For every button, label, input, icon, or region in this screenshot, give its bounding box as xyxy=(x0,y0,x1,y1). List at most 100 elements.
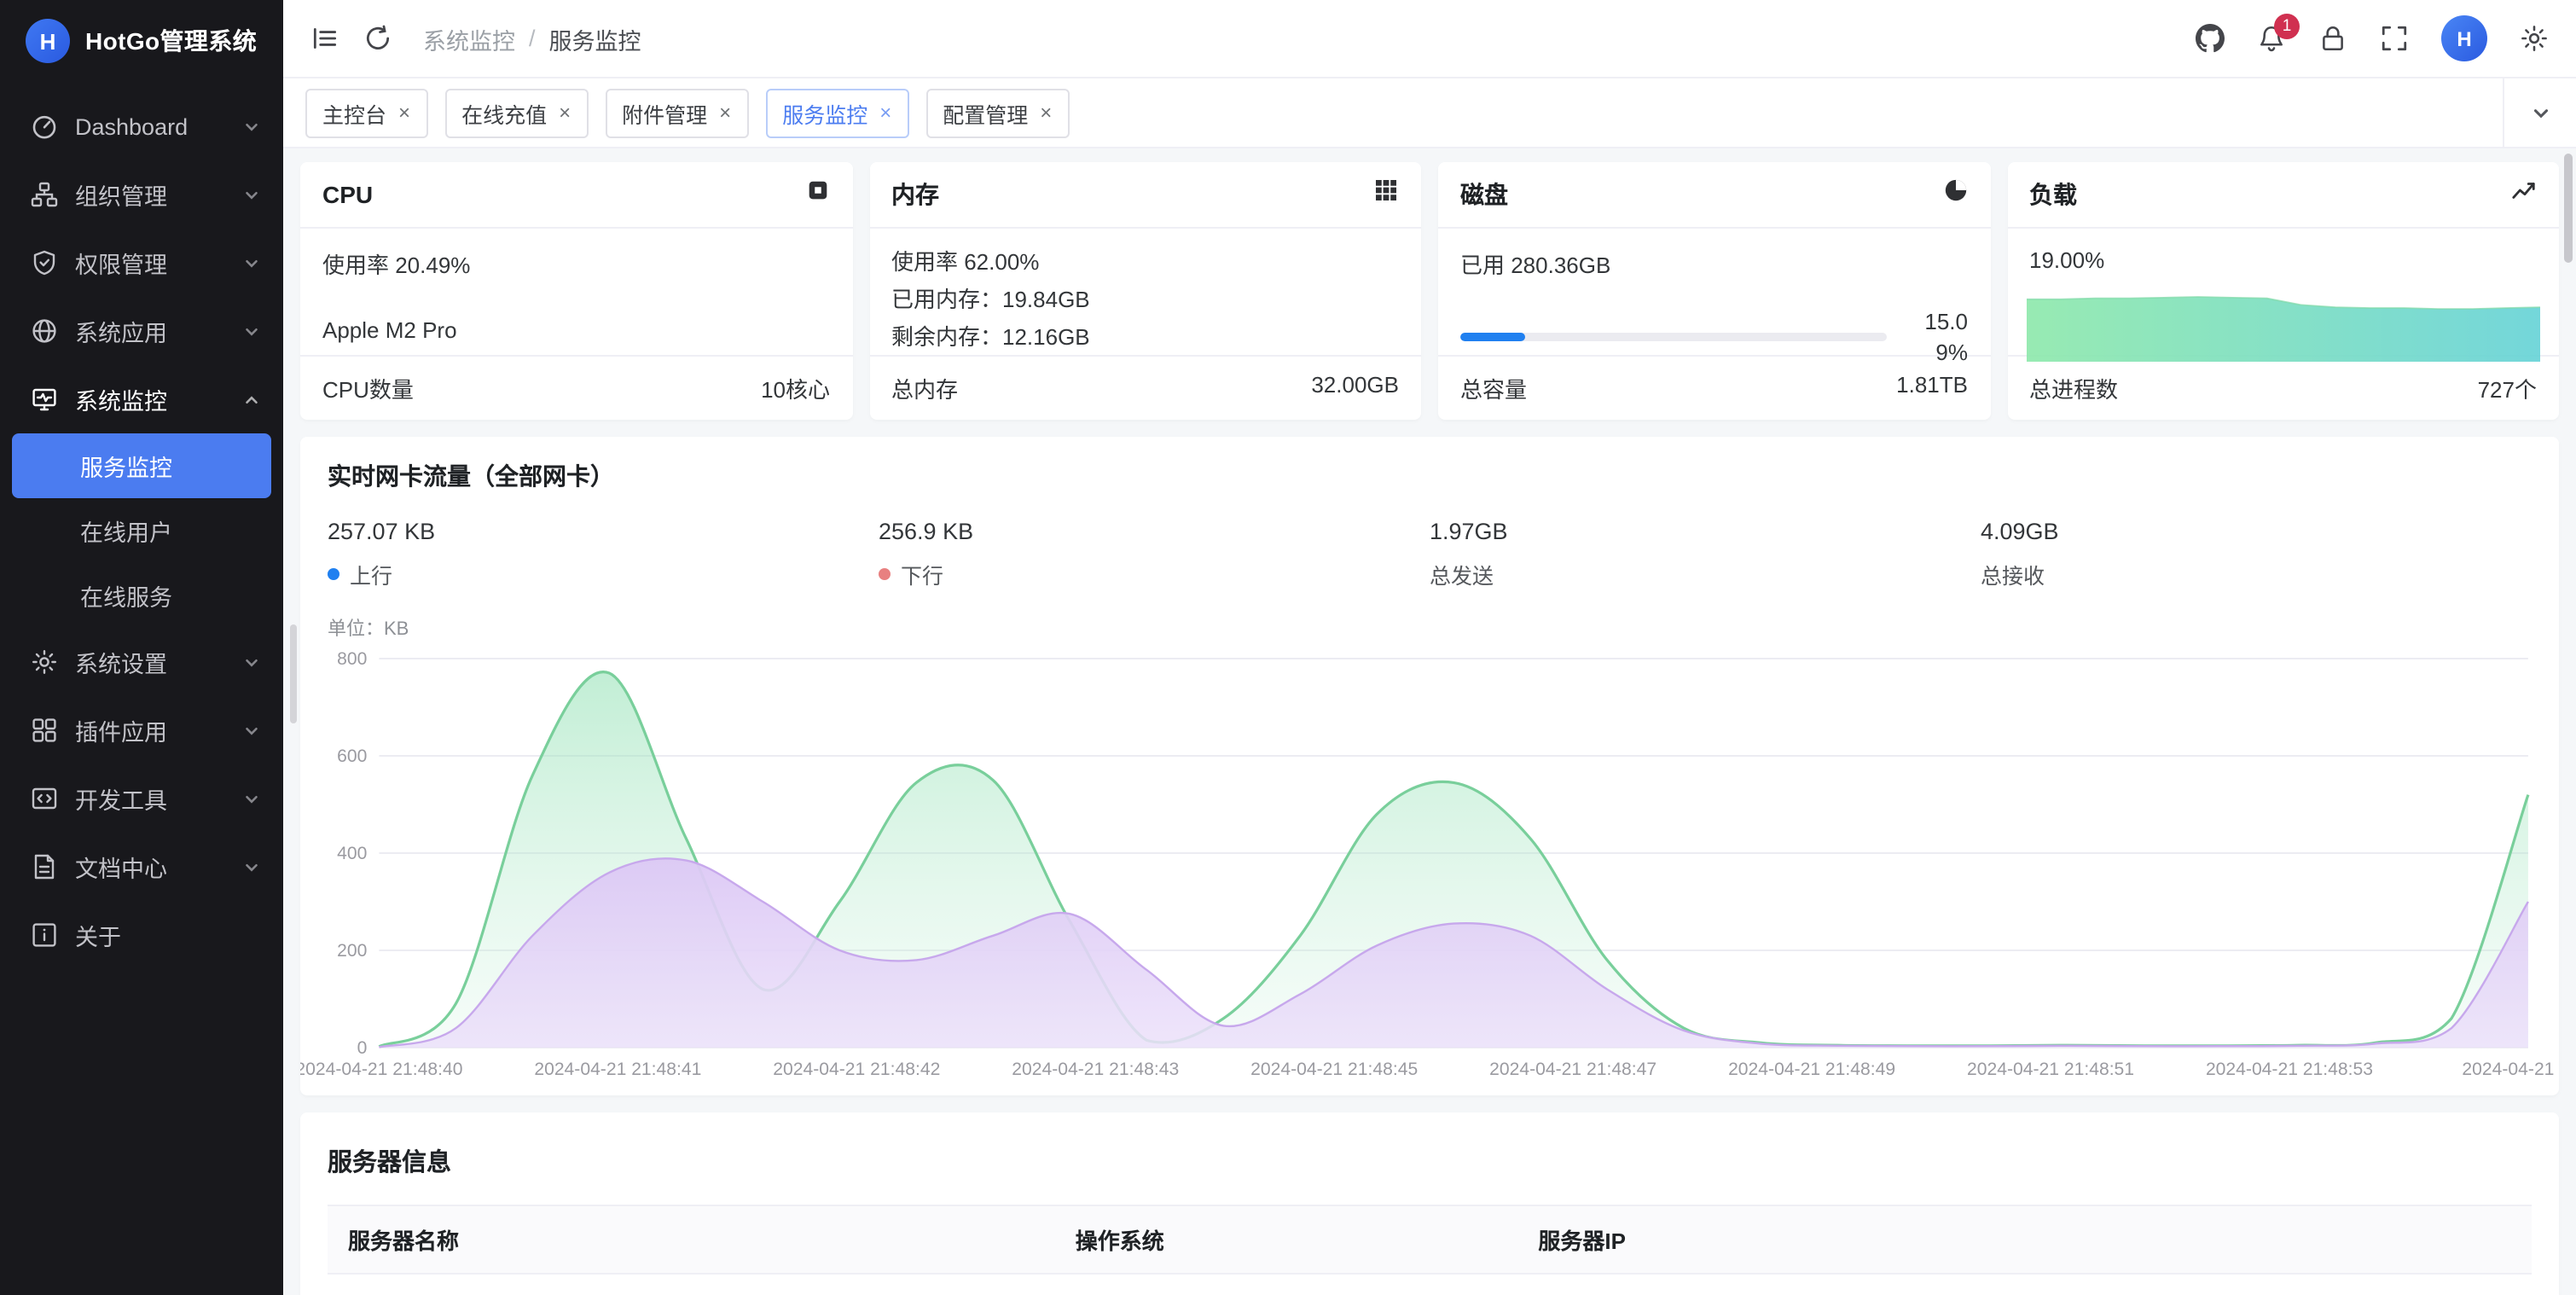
sidebar-subitem-service-monitor[interactable]: 服务监控 xyxy=(12,433,271,498)
card-footer-label: 总容量 xyxy=(1460,372,1527,404)
github-icon[interactable] xyxy=(2196,24,2225,53)
sidebar-subitem-online-services[interactable]: 在线服务 xyxy=(12,563,271,628)
traffic-stat-total-sent: 1.97GB 总发送 xyxy=(1430,519,1981,590)
inner-scrollbar-thumb[interactable] xyxy=(290,624,297,723)
sidebar-item-label: 组织管理 xyxy=(75,177,167,212)
sidebar-item-label: 系统监控 xyxy=(75,382,167,416)
breadcrumb-separator: / xyxy=(529,26,536,51)
traffic-stat-value: 256.9 KB xyxy=(879,519,1430,544)
sidebar-item-label: Dashboard xyxy=(75,113,188,139)
breadcrumb-item[interactable]: 系统监控 xyxy=(423,21,515,55)
traffic-stat-value: 4.09GB xyxy=(1981,519,2532,544)
sidebar-item-label: 权限管理 xyxy=(75,246,167,280)
breadcrumb-item-current: 服务监控 xyxy=(549,21,641,55)
sidebar-item-docs[interactable]: 文档中心 xyxy=(0,833,283,901)
card-title: 负载 xyxy=(2029,177,2077,212)
tab-label: 主控台 xyxy=(322,96,386,129)
upload-dot-icon xyxy=(328,568,339,580)
sidebar-subitem-label: 服务监控 xyxy=(80,449,172,483)
tab-close-icon[interactable]: × xyxy=(398,102,410,123)
traffic-stat-value: 1.97GB xyxy=(1430,519,1981,544)
disk-card: 磁盘 已用 280.36GB 15.09% xyxy=(1438,162,1990,420)
cpu-card: CPU 使用率 20.49% Apple M2 Pro CPU数量 10核心 xyxy=(300,162,852,420)
server-os-cell: darwin xyxy=(1055,1274,1518,1295)
load-sparkline-chart xyxy=(2026,282,2540,362)
tab-close-icon[interactable]: × xyxy=(879,102,891,123)
traffic-stat-upload: 257.07 KB 上行 xyxy=(328,519,879,590)
sidebar-item-devtools[interactable]: 开发工具 xyxy=(0,764,283,833)
settings-gear-icon[interactable] xyxy=(2520,24,2549,53)
sidebar-item-label: 插件应用 xyxy=(75,713,167,747)
svg-text:600: 600 xyxy=(337,746,367,766)
window-scrollbar-thumb[interactable] xyxy=(2564,154,2573,263)
tab-label: 服务监控 xyxy=(782,96,867,129)
tab-bar: 主控台 × 在线充值 × 附件管理 × 服务监控 × 配置管理 × xyxy=(283,78,2576,148)
tab-label: 在线充值 xyxy=(461,96,547,129)
sidebar-item-label: 开发工具 xyxy=(75,781,167,816)
download-dot-icon xyxy=(879,568,891,580)
sidebar-item-dashboard[interactable]: Dashboard xyxy=(0,92,283,160)
traffic-stat-value: 257.07 KB xyxy=(328,519,879,544)
disk-progress-bar xyxy=(1460,333,1886,341)
svg-text:400: 400 xyxy=(337,844,367,863)
app-title: HotGo管理系统 xyxy=(85,24,257,58)
sidebar-item-system-monitor[interactable]: 系统监控 xyxy=(0,365,283,433)
memory-card: 内存 使用率 62.00% 已用内存：19.84GB 剩余内存：12.16GB … xyxy=(869,162,1421,420)
card-title: CPU xyxy=(322,181,373,208)
memory-used: 已用内存：19.84GB xyxy=(891,285,1399,317)
menu-fold-icon[interactable] xyxy=(310,24,339,53)
logo-icon: H xyxy=(26,19,70,63)
sidebar-item-system-app[interactable]: 系统应用 xyxy=(0,297,283,365)
devtools-icon xyxy=(29,785,58,812)
permission-icon xyxy=(29,249,58,276)
column-header: 操作系统 xyxy=(1055,1205,1518,1274)
fullscreen-icon[interactable] xyxy=(2380,24,2409,53)
svg-text:800: 800 xyxy=(337,649,367,669)
load-card: 负载 19.00% xyxy=(2007,162,2559,420)
refresh-icon[interactable] xyxy=(363,24,392,53)
memory-usage: 使用率 62.00% xyxy=(891,247,1399,280)
svg-text:0: 0 xyxy=(357,1038,368,1058)
sidebar-item-system-settings[interactable]: 系统设置 xyxy=(0,628,283,696)
chevron-down-icon xyxy=(242,857,261,876)
tab-config-management[interactable]: 配置管理 × xyxy=(925,88,1069,137)
card-footer-value: 10核心 xyxy=(761,372,830,404)
svg-text:200: 200 xyxy=(337,941,367,961)
docs-icon xyxy=(29,853,58,880)
cpu-model: Apple M2 Pro xyxy=(322,317,830,343)
column-header: 服务器IP xyxy=(1517,1205,2532,1274)
sidebar-subitem-online-users[interactable]: 在线用户 xyxy=(12,498,271,563)
tabs-dropdown-button[interactable] xyxy=(2503,78,2576,147)
svg-text:2024-04-21 21:48:49: 2024-04-21 21:48:49 xyxy=(1728,1060,1895,1079)
chevron-down-icon xyxy=(242,117,261,136)
sidebar-subitem-label: 在线用户 xyxy=(80,514,172,548)
svg-text:2024-04-21 21:48:42: 2024-04-21 21:48:42 xyxy=(773,1060,940,1079)
tab-attachment-management[interactable]: 附件管理 × xyxy=(605,88,748,137)
tab-online-recharge[interactable]: 在线充值 × xyxy=(444,88,588,137)
chevron-down-icon xyxy=(242,789,261,808)
tab-service-monitor[interactable]: 服务监控 × xyxy=(765,88,908,137)
plugin-icon xyxy=(29,717,58,744)
traffic-stat-download: 256.9 KB 下行 xyxy=(879,519,1430,590)
svg-text:2024-04-21 21:48:40: 2024-04-21 21:48:40 xyxy=(300,1060,462,1079)
traffic-stat-label: 下行 xyxy=(901,558,943,590)
traffic-area-chart: 02004006008002024-04-21 21:48:402024-04-… xyxy=(321,642,2538,1089)
svg-text:2024-04-21 21:4: 2024-04-21 21:4 xyxy=(2462,1060,2559,1079)
tab-close-icon[interactable]: × xyxy=(559,102,571,123)
tab-close-icon[interactable]: × xyxy=(1040,102,1052,123)
sidebar-item-about[interactable]: 关于 xyxy=(0,901,283,969)
lock-icon[interactable] xyxy=(2318,24,2347,53)
app-logo[interactable]: H HotGo管理系统 xyxy=(0,0,283,82)
card-footer-value: 32.00GB xyxy=(1311,372,1399,404)
sidebar-menu: Dashboard 组织管理 权限管理 xyxy=(0,82,283,1295)
sidebar-item-plugins[interactable]: 插件应用 xyxy=(0,696,283,764)
sidebar-item-permission[interactable]: 权限管理 xyxy=(0,229,283,297)
tab-console[interactable]: 主控台 × xyxy=(305,88,427,137)
sidebar-item-label: 系统应用 xyxy=(75,314,167,348)
tab-close-icon[interactable]: × xyxy=(719,102,731,123)
avatar[interactable]: H xyxy=(2441,15,2487,61)
chevron-down-icon xyxy=(242,721,261,740)
sidebar-item-organization[interactable]: 组织管理 xyxy=(0,160,283,229)
memory-icon xyxy=(1373,177,1399,212)
traffic-title: 实时网卡流量（全部网卡） xyxy=(321,437,2538,508)
